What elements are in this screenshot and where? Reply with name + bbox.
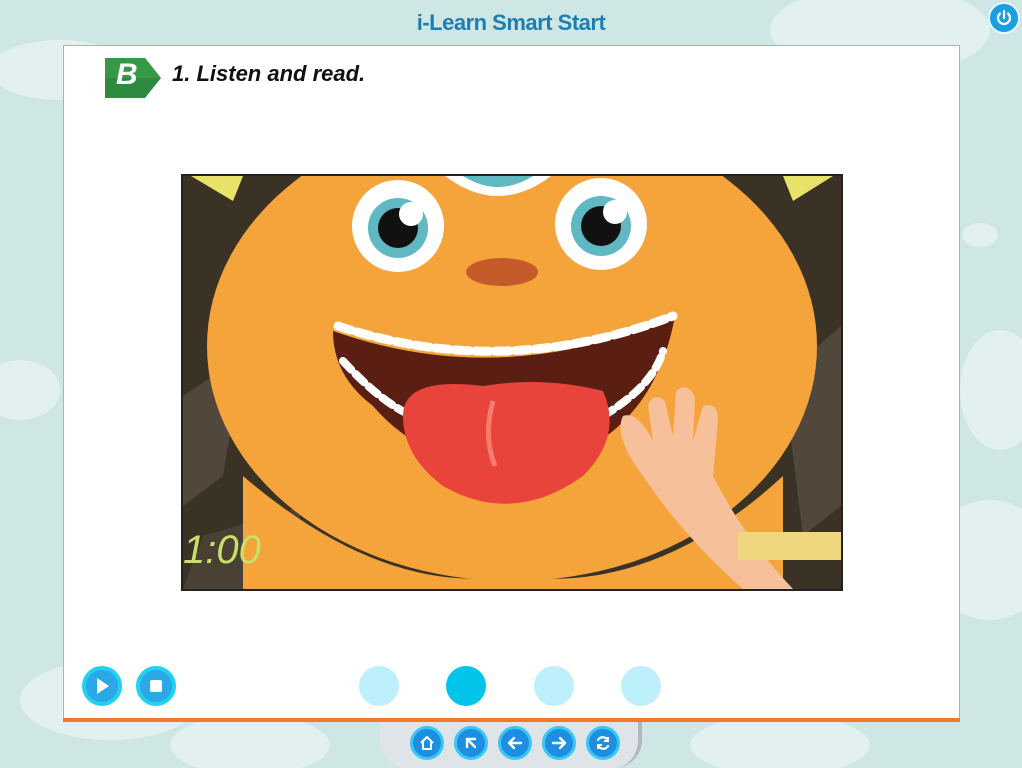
page-dot-4[interactable] [621, 666, 661, 706]
section-badge: B [101, 56, 163, 100]
refresh-icon [596, 736, 610, 750]
video-timer: 1:00 [183, 528, 261, 572]
home-icon [420, 736, 434, 750]
monster-illustration [183, 176, 841, 589]
page-dot-3[interactable] [534, 666, 574, 706]
page-dot-1[interactable] [359, 666, 399, 706]
back-icon [507, 736, 523, 750]
home-button[interactable] [410, 726, 444, 760]
exercise-heading: 1. Listen and read. [172, 61, 366, 86]
forward-icon [551, 736, 567, 750]
app-title: i-Learn Smart Start [416, 10, 606, 35]
up-button[interactable] [454, 726, 488, 760]
play-button[interactable] [82, 666, 122, 706]
power-icon [996, 9, 1012, 25]
back-button[interactable] [498, 726, 532, 760]
stop-button[interactable] [136, 666, 176, 706]
page-dot-2[interactable] [446, 666, 486, 706]
power-button[interactable] [988, 2, 1020, 34]
lesson-panel: B 1. Listen and read. 1:00 [63, 45, 960, 720]
stop-icon [150, 680, 162, 692]
play-icon [97, 678, 109, 694]
forward-button[interactable] [542, 726, 576, 760]
video-frame[interactable]: 1:00 [181, 174, 843, 591]
refresh-button[interactable] [586, 726, 620, 760]
up-icon [465, 737, 477, 749]
section-badge-letter: B [116, 58, 138, 91]
